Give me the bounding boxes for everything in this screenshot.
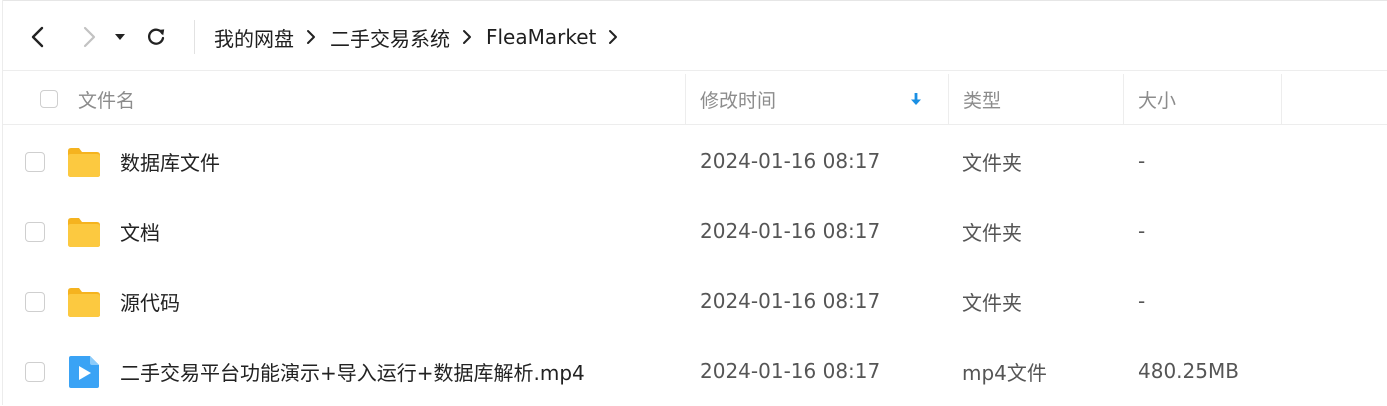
row-checkbox[interactable] [25,292,45,312]
breadcrumb-item-root[interactable]: 我的网盘 [214,23,294,52]
breadcrumb-separator-icon [462,29,472,45]
file-name[interactable]: 数据库文件 [120,126,220,196]
file-browser: 我的网盘 二手交易系统 FleaMarket 文件名 修改时间 类型 大小 数据… [0,0,1387,405]
file-size: - [1138,149,1146,173]
column-header-size-label: 大小 [1138,89,1177,112]
column-header-modified-label: 修改时间 [700,89,777,112]
row-checkbox[interactable] [25,362,45,382]
file-modified: 2024-01-16 08:17 [700,219,881,243]
row-checkbox[interactable] [25,152,45,172]
breadcrumb-item-project[interactable]: 二手交易系统 [330,23,450,52]
file-size: - [1138,289,1146,313]
forward-button[interactable] [77,23,101,51]
caret-down-icon [115,34,125,40]
column-header-type-label: 类型 [963,89,1002,112]
column-header-name-label: 文件名 [78,89,136,112]
column-header-name[interactable]: 文件名 [3,74,686,124]
folder-icon [68,148,100,177]
file-type: 文件夹 [962,220,1022,245]
file-type: 文件夹 [962,150,1022,175]
refresh-icon [148,28,165,45]
column-header-size[interactable]: 大小 [1124,74,1282,124]
breadcrumb: 我的网盘 二手交易系统 FleaMarket [214,22,632,52]
arrow-down-icon [911,93,921,105]
file-modified: 2024-01-16 08:17 [700,359,881,383]
file-row[interactable]: 二手交易平台功能演示+导入运行+数据库解析.mp4 2024-01-16 08:… [3,336,1387,406]
breadcrumb-separator-icon [608,29,618,45]
file-size: 480.25MB [1138,359,1239,383]
file-row[interactable]: 数据库文件 2024-01-16 08:17 文件夹 - [3,126,1387,196]
refresh-button[interactable] [144,23,168,51]
file-size: - [1138,219,1146,243]
file-row[interactable]: 文档 2024-01-16 08:17 文件夹 - [3,196,1387,266]
file-name[interactable]: 源代码 [120,266,180,336]
file-name[interactable]: 文档 [120,196,160,266]
file-modified: 2024-01-16 08:17 [700,149,881,173]
toolbar-divider [194,20,195,54]
folder-icon [68,288,100,317]
breadcrumb-separator-icon [306,29,316,45]
file-type: 文件夹 [962,290,1022,315]
breadcrumb-item-current[interactable]: FleaMarket [486,25,596,49]
column-header-modified[interactable]: 修改时间 [686,74,949,124]
history-dropdown-button[interactable] [112,23,128,51]
chevron-right-icon [83,26,96,48]
toolbar: 我的网盘 二手交易系统 FleaMarket [3,4,1387,71]
folder-icon [68,218,100,247]
file-row[interactable]: 源代码 2024-01-16 08:17 文件夹 - [3,266,1387,336]
file-list-header: 文件名 修改时间 类型 大小 [3,74,1387,125]
file-type: mp4文件 [962,360,1047,385]
file-modified: 2024-01-16 08:17 [700,289,881,313]
chevron-left-icon [31,26,44,48]
file-name[interactable]: 二手交易平台功能演示+导入运行+数据库解析.mp4 [120,336,585,406]
row-checkbox[interactable] [25,222,45,242]
video-file-icon [69,356,99,388]
column-header-type[interactable]: 类型 [949,74,1124,124]
back-button[interactable] [26,23,50,51]
